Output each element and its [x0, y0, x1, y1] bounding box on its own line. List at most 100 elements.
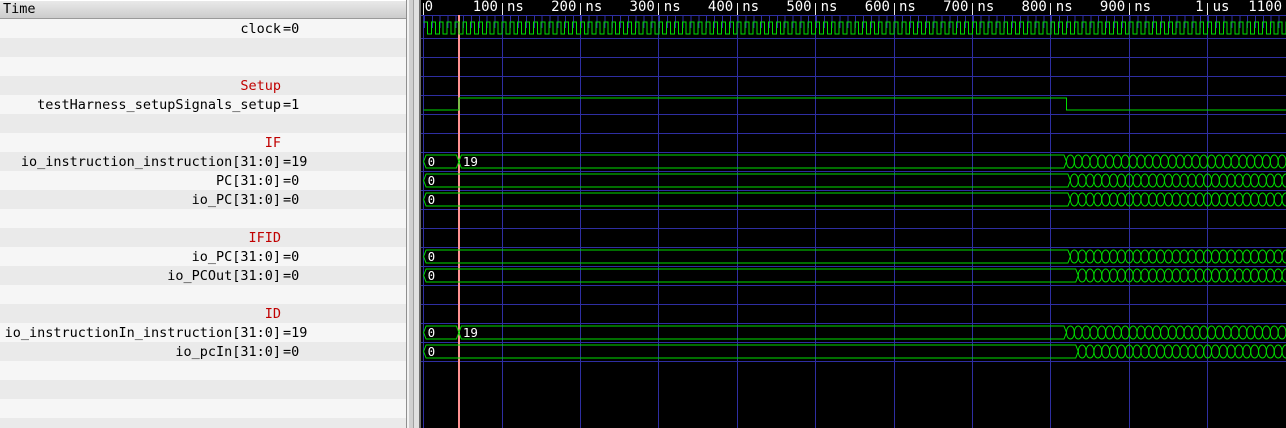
timeline-tick-unit: ns [742, 0, 759, 15]
signal-name: io_PC[31:0] [0, 249, 281, 265]
svg-text:0: 0 [428, 154, 436, 169]
svg-text:0: 0 [428, 268, 436, 283]
signal-row[interactable]: io_PC[31:0]=0 [0, 190, 406, 209]
signal-row[interactable]: io_pcIn[31:0]=0 [0, 342, 406, 361]
timeline[interactable]: 0100ns200ns300ns400ns500ns600ns700ns800n… [421, 0, 1286, 15]
grid-horizontal-line [421, 76, 1286, 77]
timeline-major-tick [894, 3, 895, 15]
grid-horizontal-line [421, 285, 1286, 286]
grid-horizontal-line [421, 152, 1286, 153]
gtkwave-window: Time clock=0SetuptestHarness_setupSignal… [0, 0, 1286, 428]
blank-row [0, 114, 406, 133]
signal-row[interactable]: clock=0 [0, 19, 406, 38]
grid-horizontal-line [421, 361, 1286, 362]
timeline-tick-label: 400 [708, 0, 733, 15]
group-label-row[interactable]: Setup [0, 76, 406, 95]
group-label-row[interactable]: IF [0, 133, 406, 152]
blank-row [0, 380, 406, 399]
timeline-tick-label: 900 [1100, 0, 1125, 15]
timeline-tick-unit: ns [585, 0, 602, 15]
vertical-scrollbar[interactable] [406, 0, 421, 428]
grid-horizontal-line [421, 171, 1286, 172]
timeline-major-tick [1050, 3, 1051, 15]
signal-row[interactable]: io_PCOut[31:0]=0 [0, 266, 406, 285]
signal-name: io_PC[31:0] [0, 192, 281, 208]
timeline-tick-label: 500 [786, 0, 811, 15]
grid-horizontal-line [421, 190, 1286, 191]
timeline-major-tick [1129, 3, 1130, 15]
timeline-tick-label: 300 [630, 0, 655, 15]
timeline-tick-label: 600 [865, 0, 890, 15]
group-label: IF [0, 135, 281, 151]
timeline-tick-unit: ns [664, 0, 681, 15]
group-label-row[interactable]: IFID [0, 228, 406, 247]
signal-row[interactable]: io_instruction_instruction[31:0]=19 [0, 152, 406, 171]
timeline-tick-unit: ns [1134, 0, 1151, 15]
grid-horizontal-line [421, 114, 1286, 115]
signal-name: io_instructionIn_instruction[31:0] [0, 325, 281, 341]
grid-horizontal-line [421, 323, 1286, 324]
signal-value: =19 [283, 154, 406, 170]
signal-row[interactable]: PC[31:0]=0 [0, 171, 406, 190]
timeline-tick-unit: ns [977, 0, 994, 15]
blank-row [0, 38, 406, 57]
signal-value: =1 [283, 97, 406, 113]
svg-text:19: 19 [463, 325, 478, 340]
blank-row [0, 361, 406, 380]
signal-value: =0 [283, 344, 406, 360]
timeline-tick-label: 700 [943, 0, 968, 15]
grid-horizontal-line [421, 209, 1286, 210]
grid-horizontal-line [421, 95, 1286, 96]
timeline-tick-label: 1 [1195, 0, 1203, 15]
timeline-major-tick [815, 3, 816, 15]
svg-text:0: 0 [428, 192, 436, 207]
group-label: IFID [0, 230, 281, 246]
signal-name: testHarness_setupSignals_setup [0, 97, 281, 113]
timeline-major-tick [737, 3, 738, 15]
group-label-row[interactable]: ID [0, 304, 406, 323]
blank-row [0, 399, 406, 418]
group-label: Setup [0, 78, 281, 94]
signal-name: PC[31:0] [0, 173, 281, 189]
signal-row[interactable]: io_instructionIn_instruction[31:0]=19 [0, 323, 406, 342]
grid-horizontal-line [421, 228, 1286, 229]
timeline-tick-label: 1100 [1248, 0, 1282, 15]
wave-pane[interactable]: 0 1 900 0 0 0 19 0 0 1 0 0 ns 200 ns 300 ns 400 ns 500 ns 60… [421, 0, 1286, 428]
timeline-tick-unit: ns [821, 0, 838, 15]
time-pane-header: Time [0, 0, 406, 19]
grid-horizontal-line [421, 38, 1286, 39]
grid-horizontal-line [421, 304, 1286, 305]
grid-horizontal-line [421, 342, 1286, 343]
timeline-tick-unit: ns [507, 0, 524, 15]
signal-name: io_instruction_instruction[31:0] [0, 154, 281, 170]
blank-row [0, 209, 406, 228]
grid-horizontal-line [421, 57, 1286, 58]
signal-row[interactable]: testHarness_setupSignals_setup=1 [0, 95, 406, 114]
signal-value: =0 [283, 21, 406, 37]
wave-canvas: 0 1 900 0 0 0 19 0 [421, 0, 1286, 428]
timeline-major-tick [502, 3, 503, 15]
svg-text:19: 19 [463, 154, 478, 169]
signal-value: =0 [283, 192, 406, 208]
marker-line [458, 15, 460, 428]
signal-row[interactable]: io_PC[31:0]=0 [0, 247, 406, 266]
signal-name: clock [0, 21, 281, 37]
signal-name: io_PCOut[31:0] [0, 268, 281, 284]
timeline-major-tick [580, 3, 581, 15]
timeline-tick-label: 0 [425, 0, 433, 15]
signal-name: io_pcIn[31:0] [0, 344, 281, 360]
signal-value: =19 [283, 325, 406, 341]
timeline-tick-unit: ns [899, 0, 916, 15]
blank-row [0, 57, 406, 76]
signal-pane: Time clock=0SetuptestHarness_setupSignal… [0, 0, 406, 428]
signal-value: =0 [283, 268, 406, 284]
svg-text:0: 0 [428, 344, 436, 359]
svg-text:0: 0 [428, 173, 436, 188]
grid-horizontal-line [421, 247, 1286, 248]
timeline-tick-label: 800 [1022, 0, 1047, 15]
timeline-major-tick [658, 3, 659, 15]
group-label: ID [0, 306, 281, 322]
timeline-major-tick [972, 3, 973, 15]
timeline-tick-unit: ns [1056, 0, 1073, 15]
timeline-tick-label: 200 [551, 0, 576, 15]
